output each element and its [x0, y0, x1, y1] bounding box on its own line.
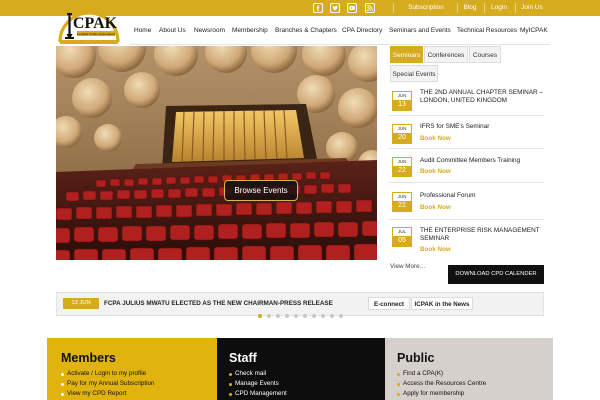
blog-link[interactable]: Blog [460, 0, 480, 16]
join-us-link[interactable]: Join Us [518, 0, 546, 16]
event-title[interactable]: IFRS for SME's Seminar [420, 123, 544, 131]
slide-dot[interactable] [285, 314, 289, 318]
bullet-icon [61, 373, 64, 376]
members-link-activate[interactable]: Activate / Login to my profile [67, 370, 146, 377]
bullet-icon [229, 373, 232, 376]
hero-slider[interactable] [56, 46, 377, 260]
slide-dot[interactable] [321, 314, 325, 318]
separator [515, 3, 516, 13]
book-now-link[interactable]: Book Now [420, 135, 451, 142]
news-headline[interactable]: FCPA JULIUS MWATU ELECTED AS THE NEW CHA… [104, 298, 333, 309]
event-date-badge: JUL 05 [392, 227, 412, 247]
event-date-badge: JUN 20 [392, 124, 412, 144]
bullet-icon [397, 383, 400, 386]
bullet-icon [61, 383, 64, 386]
event-title[interactable]: THE ENTERPRISE RISK MANAGEMENT SEMINAR [420, 227, 544, 242]
event-month: JUN [393, 193, 411, 201]
event-day: 05 [393, 236, 411, 246]
event-month: JUN [393, 92, 411, 100]
event-month: JUN [393, 158, 411, 166]
staff-link-cpd[interactable]: CPD Management [235, 390, 287, 397]
event-date-badge: JUN 22 [392, 192, 412, 212]
public-link-find-cpa[interactable]: Find a CPA(K) [403, 370, 443, 377]
event-day: 20 [393, 133, 411, 143]
nav-about-us[interactable]: About Us [159, 24, 186, 38]
event-separator [389, 219, 544, 220]
slide-dot[interactable] [276, 314, 280, 318]
members-heading: Members [61, 351, 116, 365]
auditorium-photo [56, 46, 377, 260]
youtube-icon[interactable] [346, 2, 358, 14]
event-day: 13 [393, 100, 411, 110]
slide-dot[interactable] [339, 314, 343, 318]
download-cpd-calendar-button[interactable]: DOWNLOAD CPD CALENDER [448, 265, 544, 284]
staff-link-events[interactable]: Manage Events [235, 380, 279, 387]
tab-special-events[interactable]: Special Events [390, 65, 438, 82]
book-now-link[interactable]: Book Now [420, 168, 451, 175]
public-heading: Public [397, 351, 435, 365]
bullet-icon [61, 393, 64, 396]
event-date-badge: JUN 22 [392, 157, 412, 177]
separator [457, 3, 458, 13]
login-link[interactable]: Login [487, 0, 511, 16]
event-separator [389, 148, 544, 149]
nav-cpa-directory[interactable]: CPA Directory [342, 24, 382, 38]
icpak-logo[interactable]: CPAK Certified Public Accountants [56, 2, 122, 46]
slide-dot[interactable] [330, 314, 334, 318]
event-day: 22 [393, 166, 411, 176]
rss-icon[interactable] [364, 2, 376, 14]
nav-branches-chapters[interactable]: Branches & Chapters [275, 24, 337, 38]
twitter-icon[interactable] [329, 2, 341, 14]
public-link-resources[interactable]: Access the Resources Centre [403, 380, 486, 387]
bullet-icon [229, 383, 232, 386]
staff-heading: Staff [229, 351, 257, 365]
facebook-icon[interactable] [312, 2, 324, 14]
nav-membership[interactable]: Membership [232, 24, 268, 38]
slide-dot[interactable] [294, 314, 298, 318]
separator [484, 3, 485, 13]
subscription-renewal-link[interactable]: Subscription Renewal [397, 0, 455, 27]
members-link-pay[interactable]: Pay for my Annual Subscription [67, 380, 155, 387]
event-month: JUL [393, 228, 411, 236]
nav-divider [130, 44, 550, 45]
slide-dot[interactable] [303, 314, 307, 318]
staff-link-mail[interactable]: Check mail [235, 370, 266, 377]
view-more-link[interactable]: View More… [390, 263, 426, 270]
bullet-icon [397, 393, 400, 396]
tab-conferences[interactable]: Conferences [424, 46, 468, 63]
icpak-in-the-news-button[interactable]: ICPAK in the News [411, 297, 473, 310]
nav-seminars-events[interactable]: Seminars and Events [389, 24, 451, 38]
event-month: JUN [393, 125, 411, 133]
event-separator [389, 182, 544, 183]
tab-seminars[interactable]: Seminars [390, 46, 423, 63]
members-link-cpd-report[interactable]: View my CPD Report [67, 390, 126, 397]
nav-myicpak[interactable]: MyICPAK [520, 24, 548, 38]
slide-dot[interactable] [258, 314, 262, 318]
news-date: 13 JUN [63, 298, 99, 309]
browse-events-button[interactable]: Browse Events [224, 180, 298, 201]
slide-dot[interactable] [312, 314, 316, 318]
tab-courses[interactable]: Courses [469, 46, 501, 63]
logo-wordmark: CPAK [73, 15, 118, 32]
book-now-link[interactable]: Book Now [420, 246, 451, 253]
nav-newsroom[interactable]: Newsroom [194, 24, 225, 38]
e-connect-button[interactable]: E-connect [368, 297, 410, 310]
nav-technical-resources[interactable]: Technical Resources [457, 24, 517, 38]
event-title[interactable]: Professional Forum [420, 192, 544, 200]
event-separator [389, 115, 544, 116]
nav-home[interactable]: Home [134, 24, 151, 38]
event-date-badge: JUN 13 [392, 91, 412, 111]
bullet-icon [397, 373, 400, 376]
logo-tagline: Certified Public Accountants [77, 32, 116, 36]
event-title[interactable]: Audit Committee Members Training [420, 157, 544, 165]
book-now-link[interactable]: Book Now [420, 204, 451, 211]
bullet-icon [229, 393, 232, 396]
event-title[interactable]: THE 2ND ANNUAL CHAPTER SEMINAR – LONDON,… [420, 89, 544, 104]
separator [393, 3, 394, 13]
slide-dot[interactable] [267, 314, 271, 318]
public-link-apply[interactable]: Apply for membership [403, 390, 464, 397]
event-day: 22 [393, 201, 411, 211]
